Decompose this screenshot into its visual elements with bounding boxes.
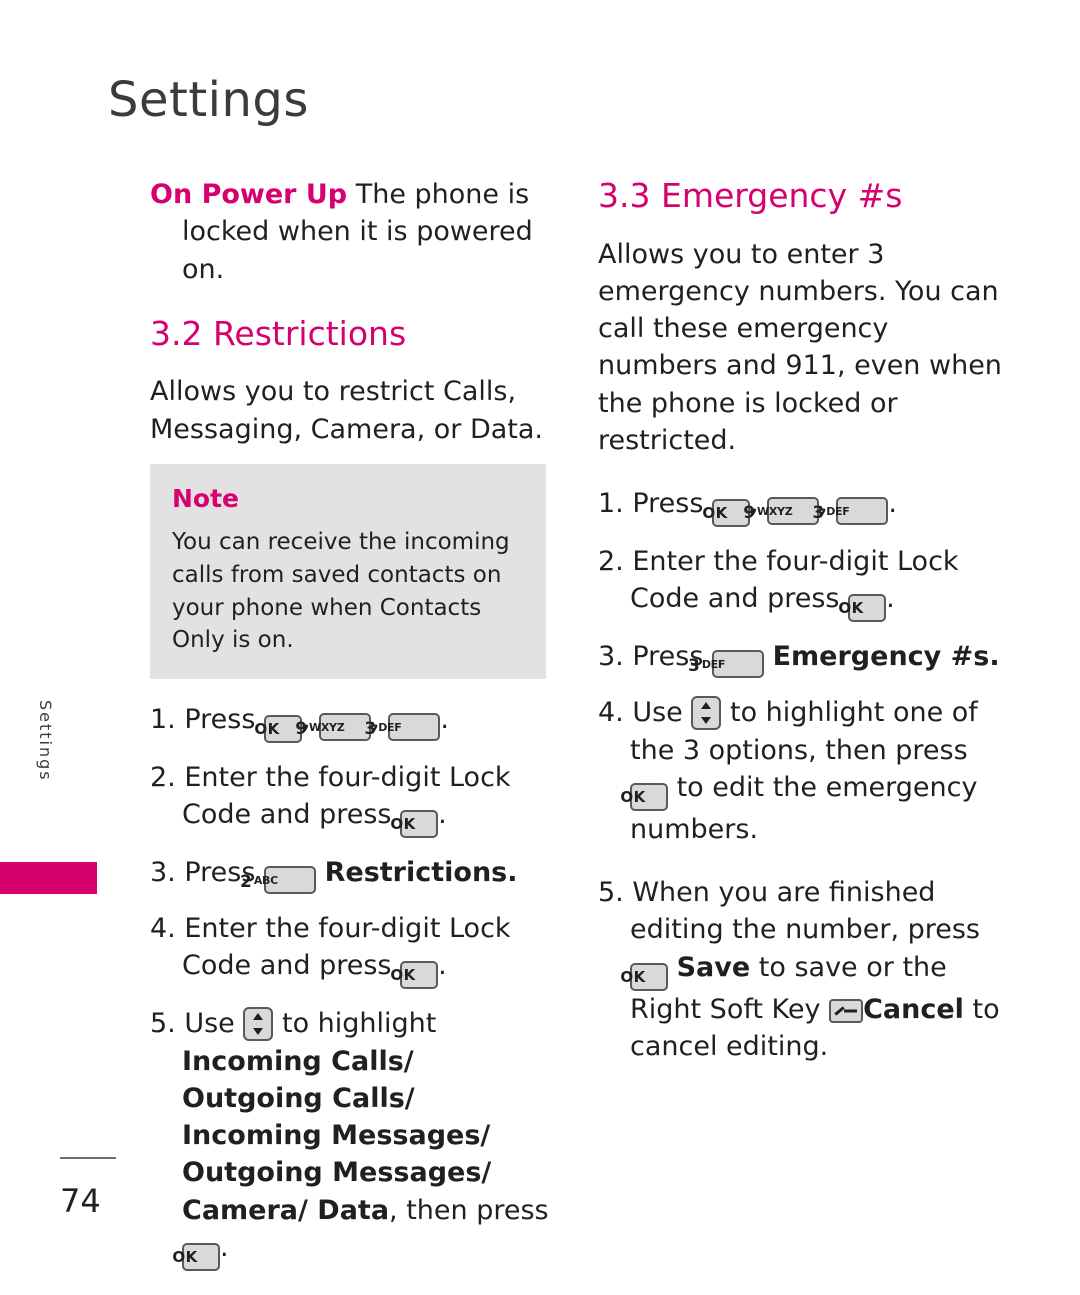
nine-key-icon: 9 WXYZ (295, 712, 372, 741)
right-column: 3.3 Emergency #s Allows you to enter 3 e… (598, 176, 1003, 1081)
ok-key-icon: OK (390, 810, 439, 839)
section-3-2-intro: Allows you to restrict Calls, Messaging,… (150, 376, 544, 445)
right-step-3: 3. Press 3 DEF Emergency #s. (598, 638, 1003, 679)
left-step-3-bold: Restrictions. (324, 857, 518, 889)
left-step-4: 4. Enter the four-digit Lock Code and pr… (150, 910, 550, 990)
left-step-5-mid: to highlight (281, 1008, 437, 1040)
left-step-2-end: . (438, 799, 447, 831)
page-title: Settings (108, 72, 309, 128)
note-title: Note (172, 483, 240, 513)
left-step-1: 1. Press OK, 9WXYZ, 3DEF. (150, 701, 550, 743)
section-3-3-intro: Allows you to enter 3 emergency numbers.… (598, 238, 1002, 456)
left-step-5-tail: , then press (389, 1194, 549, 1226)
ok-key-icon: OK (620, 782, 668, 811)
three-key-icon: 3 DEF (688, 650, 764, 679)
left-step-1-prefix: 1. Press (150, 703, 256, 735)
right-step-2: 2. Enter the four-digit Lock Code and pr… (598, 543, 1003, 623)
right-step-1: 1. Press OK, 9WXYZ, 3DEF. (598, 485, 1003, 528)
left-step-2-text: 2. Enter the four-digit Lock Code and pr… (150, 761, 511, 831)
right-step-4-mid: to highlight one of the 3 options, then … (630, 697, 978, 766)
right-step-5-save: Save (676, 951, 751, 983)
ok-key-icon: OK (390, 961, 439, 990)
three-key-icon: 3 DEF (812, 497, 889, 526)
section-heading-3-3: 3.3 Emergency #s (598, 176, 903, 215)
right-step-3-bold: Emergency #s. (772, 641, 1000, 673)
right-step-2-end: . (886, 583, 895, 615)
ok-key-icon: OK (838, 594, 887, 623)
left-step-2: 2. Enter the four-digit Lock Code and pr… (150, 759, 550, 839)
side-tab-label: Settings (36, 700, 55, 782)
nine-key-icon: 9 WXYZ (743, 497, 820, 526)
right-step-5-cancel: Cancel (863, 993, 964, 1025)
ok-key-icon: OK (172, 1242, 220, 1271)
right-step-1-end: . (888, 488, 897, 520)
two-key-icon: 2 ABC (240, 866, 316, 895)
left-step-3: 3. Press 2 ABC Restrictions. (150, 854, 550, 895)
right-step-2-text: 2. Enter the four-digit Lock Code and pr… (598, 546, 959, 615)
left-step-4-text: 4. Enter the four-digit Lock Code and pr… (150, 913, 511, 982)
side-tab-bar (0, 862, 97, 894)
page-number: 74 (60, 1182, 101, 1220)
right-step-4: 4. Use to highlight one of the 3 options… (598, 694, 1003, 848)
left-column: On Power Up The phone is locked when it … (150, 176, 550, 1287)
nav-up-down-key-icon (243, 1007, 274, 1042)
note-box: Note You can receive the incoming calls … (150, 463, 546, 679)
right-step-4-tail: to edit the emergency numbers. (630, 771, 978, 845)
note-body: You can receive the incoming calls from … (172, 529, 510, 654)
right-step-5-prefix: 5. When you are finished editing the num… (598, 877, 980, 946)
nav-up-down-key-icon (691, 696, 722, 731)
three-key-icon: 3 DEF (364, 712, 441, 741)
ok-key-icon: OK (620, 962, 668, 991)
document-page: Settings Settings 74 On Power Up The pho… (0, 0, 1080, 1295)
left-step-4-end: . (438, 950, 447, 982)
right-step-5: 5. When you are finished editing the num… (598, 874, 1003, 1065)
section-heading-3-2: 3.2 Restrictions (150, 313, 407, 353)
left-step-5: 5. Use to highlight Incoming Calls/ Outg… (150, 1005, 550, 1271)
right-step-4-prefix: 4. Use (598, 697, 683, 729)
left-step-5-end: . (220, 1231, 229, 1263)
right-step-1-prefix: 1. Press (598, 488, 704, 520)
footer-divider (60, 1157, 116, 1159)
right-soft-key-icon (829, 998, 864, 1023)
on-power-up-term: On Power Up (150, 179, 348, 210)
on-power-up-paragraph: On Power Up The phone is locked when it … (150, 176, 550, 288)
left-step-1-end: . (440, 703, 449, 735)
left-step-5-prefix: 5. Use (150, 1008, 235, 1040)
